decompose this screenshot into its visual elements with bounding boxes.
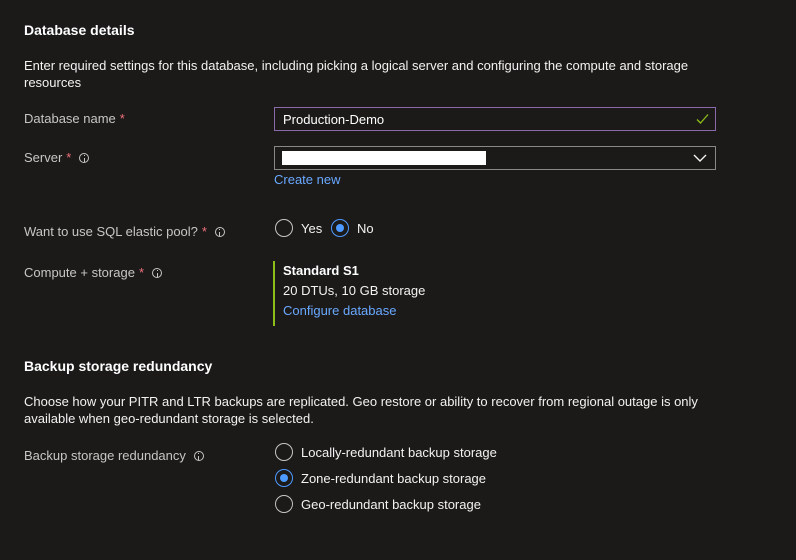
backup-locally-radio[interactable] xyxy=(275,443,293,461)
create-new-server-link[interactable]: Create new xyxy=(274,172,340,187)
compute-details: 20 DTUs, 10 GB storage xyxy=(283,283,426,298)
database-name-input[interactable]: Production-Demo xyxy=(274,107,716,131)
server-label: Server * xyxy=(24,150,90,165)
backup-description: Choose how your PITR and LTR backups are… xyxy=(24,394,698,426)
required-marker: * xyxy=(66,150,72,165)
database-name-label: Database name * xyxy=(24,111,125,126)
chevron-down-icon xyxy=(693,154,707,162)
compute-tier: Standard S1 xyxy=(283,263,359,278)
checkmark-icon xyxy=(696,114,709,124)
backup-zone-radio[interactable] xyxy=(275,469,293,487)
database-details-heading: Database details xyxy=(24,22,135,38)
backup-option-zone[interactable]: Zone-redundant backup storage xyxy=(275,469,486,487)
compute-storage-summary: Standard S1 20 DTUs, 10 GB storage Confi… xyxy=(273,261,425,326)
backup-heading: Backup storage redundancy xyxy=(24,358,213,374)
required-marker: * xyxy=(119,111,125,126)
info-icon[interactable] xyxy=(193,450,204,461)
info-icon[interactable] xyxy=(79,152,90,163)
backup-locally-label: Locally-redundant backup storage xyxy=(301,444,497,460)
server-dropdown[interactable] xyxy=(274,146,716,170)
database-name-value: Production-Demo xyxy=(283,111,385,127)
elastic-pool-yes-option[interactable]: Yes xyxy=(275,219,322,237)
configure-database-link[interactable]: Configure database xyxy=(283,301,425,321)
required-marker: * xyxy=(138,265,144,280)
backup-geo-radio[interactable] xyxy=(275,495,293,513)
backup-redundancy-label: Backup storage redundancy xyxy=(24,448,204,463)
elastic-pool-yes-label: Yes xyxy=(301,220,323,236)
backup-option-geo[interactable]: Geo-redundant backup storage xyxy=(275,495,481,513)
info-icon[interactable] xyxy=(152,267,162,278)
elastic-pool-label: Want to use SQL elastic pool? * xyxy=(24,224,225,239)
elastic-pool-no-label: No xyxy=(357,220,374,236)
elastic-pool-no-radio[interactable] xyxy=(331,219,349,237)
elastic-pool-yes-radio[interactable] xyxy=(275,219,293,237)
info-icon[interactable] xyxy=(214,226,225,237)
backup-option-locally[interactable]: Locally-redundant backup storage xyxy=(275,443,497,461)
server-value-redacted xyxy=(282,151,486,165)
compute-storage-label: Compute + storage * xyxy=(24,265,162,280)
database-details-description: Enter required settings for this databas… xyxy=(24,58,689,90)
required-marker: * xyxy=(201,224,207,239)
backup-geo-label: Geo-redundant backup storage xyxy=(301,496,481,512)
elastic-pool-no-option[interactable]: No xyxy=(331,219,374,237)
backup-zone-label: Zone-redundant backup storage xyxy=(301,470,487,486)
